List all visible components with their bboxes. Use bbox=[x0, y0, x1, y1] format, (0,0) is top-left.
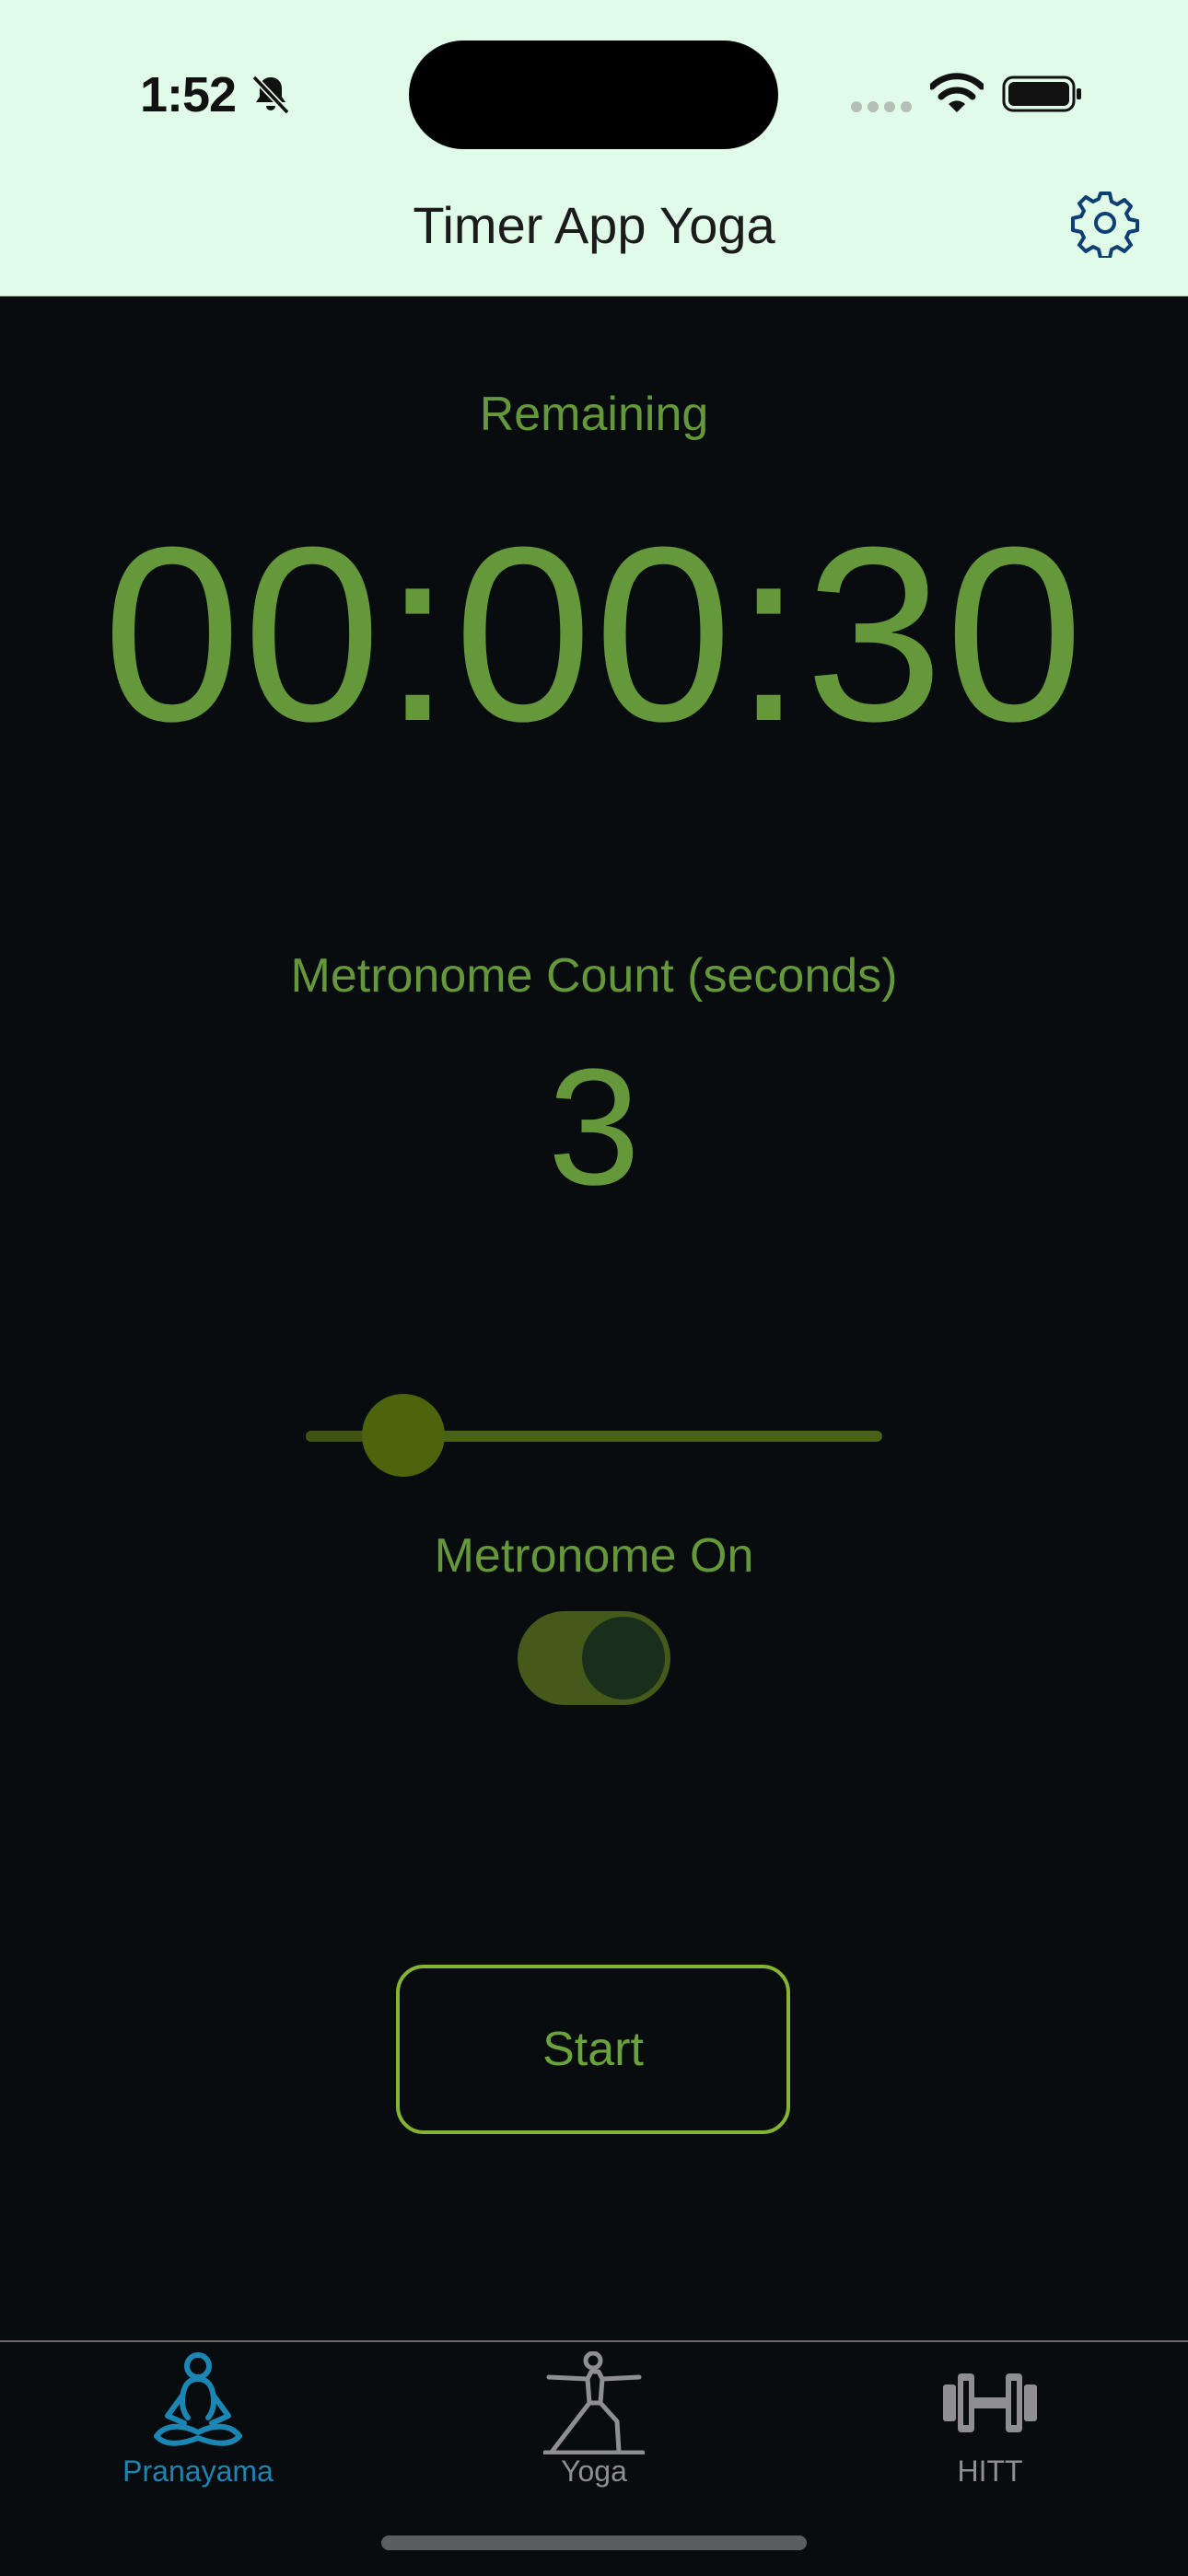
meditation-figure-icon bbox=[154, 2352, 242, 2446]
dynamic-island bbox=[409, 41, 778, 149]
dumbbell-icon bbox=[943, 2373, 1037, 2432]
status-time: 1:52 bbox=[140, 67, 237, 122]
gear-icon[interactable] bbox=[1070, 188, 1140, 258]
slider-thumb[interactable] bbox=[362, 1394, 445, 1477]
start-button[interactable]: Start bbox=[396, 1965, 790, 2134]
nav-header: 1:52 Timer App Yoga bbox=[0, 0, 1188, 296]
tab-label: HITT bbox=[957, 2454, 1023, 2488]
timer-display: 00:00:30 bbox=[102, 496, 1086, 773]
tab-yoga[interactable]: Yoga bbox=[396, 2342, 792, 2499]
tab-label: Pranayama bbox=[122, 2454, 274, 2488]
metronome-count-value: 3 bbox=[547, 1035, 641, 1220]
tab-pranayama[interactable]: Pranayama bbox=[0, 2342, 396, 2499]
tab-hitt[interactable]: HITT bbox=[792, 2342, 1188, 2499]
page-title: Timer App Yoga bbox=[413, 196, 775, 254]
metronome-toggle[interactable] bbox=[518, 1611, 670, 1705]
metronome-count-label: Metronome Count (seconds) bbox=[290, 949, 898, 1003]
remaining-label: Remaining bbox=[479, 388, 709, 441]
signal-icon bbox=[851, 101, 912, 112]
home-indicator bbox=[381, 2535, 807, 2550]
yoga-pose-icon bbox=[543, 2351, 645, 2454]
wifi-icon bbox=[930, 73, 984, 112]
metronome-toggle-label: Metronome On bbox=[434, 1529, 754, 1583]
battery-icon bbox=[1002, 75, 1081, 112]
metronome-count-slider[interactable] bbox=[306, 1390, 882, 1482]
tab-label: Yoga bbox=[561, 2454, 627, 2488]
bell-slash-icon bbox=[251, 75, 290, 115]
toggle-knob bbox=[582, 1617, 665, 1700]
